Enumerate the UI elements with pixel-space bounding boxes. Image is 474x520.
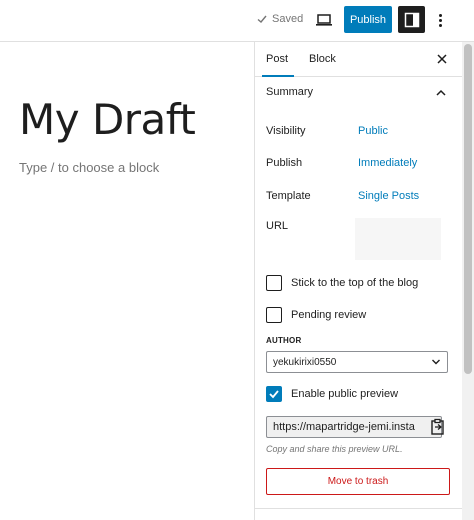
desktop-preview-icon	[316, 14, 332, 26]
pending-review-checkbox[interactable]	[266, 307, 282, 323]
sidebar-scrollbar-thumb[interactable]	[464, 44, 472, 374]
sticky-checkbox[interactable]	[266, 275, 282, 291]
tab-post[interactable]: Post	[261, 42, 295, 77]
editor-header: Saved Publish	[0, 0, 474, 42]
url-value[interactable]	[355, 218, 441, 260]
public-preview-checkbox-row[interactable]: Enable public preview	[266, 386, 398, 402]
pending-review-label[interactable]: Pending review	[291, 309, 366, 321]
author-selected-value: yekukirixi0550	[273, 356, 337, 368]
summary-panel-title[interactable]: Summary	[266, 86, 313, 98]
public-preview-checkbox[interactable]	[266, 386, 282, 402]
saved-label: Saved	[272, 13, 304, 25]
tab-block[interactable]: Block	[309, 42, 336, 76]
chevron-up-icon[interactable]	[435, 89, 447, 97]
preview-url-field[interactable]: https://mapartridge-jemi.insta	[266, 416, 442, 438]
sidebar-tabs: Post Block	[255, 42, 463, 77]
author-select[interactable]: yekukirixi0550	[266, 351, 448, 373]
panel-divider	[255, 508, 463, 509]
visibility-value[interactable]: Public	[358, 125, 388, 137]
sticky-checkbox-row[interactable]: Stick to the top of the blog	[266, 275, 418, 291]
public-preview-label[interactable]: Enable public preview	[291, 388, 398, 400]
move-to-trash-button[interactable]: Move to trash	[266, 468, 450, 495]
block-appender-placeholder[interactable]: Type / to choose a block	[19, 160, 159, 175]
clipboard-copy-icon[interactable]	[429, 418, 447, 436]
sidebar-toggle-icon	[404, 12, 419, 27]
url-label: URL	[266, 220, 289, 232]
publish-button[interactable]: Publish	[344, 6, 392, 33]
options-menu-button[interactable]	[432, 8, 448, 32]
author-label: AUTHOR	[266, 336, 302, 345]
publish-date-value[interactable]: Immediately	[358, 157, 417, 169]
template-label: Template	[266, 190, 311, 202]
preview-help-text: Copy and share this preview URL.	[266, 444, 403, 454]
preview-button[interactable]	[313, 10, 335, 30]
settings-toggle-button[interactable]	[398, 6, 425, 33]
publish-date-label: Publish	[266, 157, 303, 169]
sticky-checkbox-label[interactable]: Stick to the top of the blog	[291, 277, 418, 289]
check-icon	[269, 390, 279, 399]
chevron-down-icon	[432, 359, 440, 365]
check-icon	[257, 15, 267, 23]
editor-canvas[interactable]: My Draft Type / to choose a block	[0, 42, 254, 520]
pending-review-checkbox-row[interactable]: Pending review	[266, 307, 366, 323]
close-icon[interactable]	[435, 52, 449, 66]
saved-indicator: Saved	[256, 13, 303, 25]
visibility-label: Visibility	[266, 125, 306, 137]
post-title[interactable]: My Draft	[19, 95, 196, 144]
settings-sidebar: Post Block Summary Visibility Public Pub…	[254, 42, 463, 520]
more-vertical-icon	[438, 13, 442, 17]
template-value[interactable]: Single Posts	[358, 190, 419, 202]
